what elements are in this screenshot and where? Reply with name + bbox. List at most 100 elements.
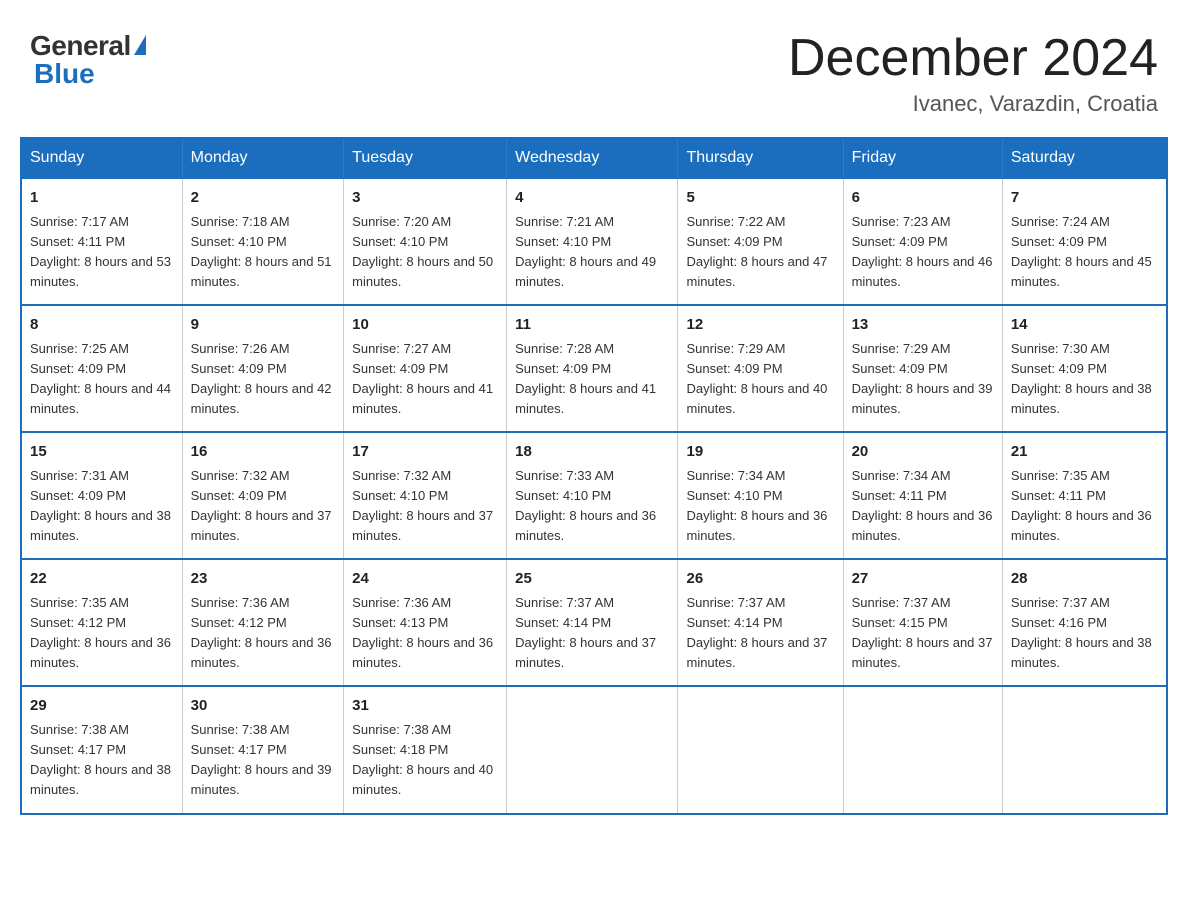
day-sun-info: Sunrise: 7:38 AMSunset: 4:17 PMDaylight:… (191, 720, 336, 801)
title-block: December 2024 Ivanec, Varazdin, Croatia (788, 30, 1158, 117)
day-sun-info: Sunrise: 7:28 AMSunset: 4:09 PMDaylight:… (515, 339, 669, 420)
day-sun-info: Sunrise: 7:37 AMSunset: 4:16 PMDaylight:… (1011, 593, 1158, 674)
column-header-monday: Monday (182, 138, 344, 178)
calendar-cell: 6Sunrise: 7:23 AMSunset: 4:09 PMDaylight… (843, 178, 1002, 305)
calendar-cell: 11Sunrise: 7:28 AMSunset: 4:09 PMDayligh… (507, 305, 678, 432)
calendar-cell: 1Sunrise: 7:17 AMSunset: 4:11 PMDaylight… (21, 178, 182, 305)
day-number: 13 (852, 314, 994, 337)
column-header-wednesday: Wednesday (507, 138, 678, 178)
day-sun-info: Sunrise: 7:36 AMSunset: 4:12 PMDaylight:… (191, 593, 336, 674)
day-sun-info: Sunrise: 7:35 AMSunset: 4:12 PMDaylight:… (30, 593, 174, 674)
calendar-cell: 26Sunrise: 7:37 AMSunset: 4:14 PMDayligh… (678, 559, 843, 686)
calendar-cell: 7Sunrise: 7:24 AMSunset: 4:09 PMDaylight… (1002, 178, 1167, 305)
day-number: 7 (1011, 187, 1158, 210)
day-sun-info: Sunrise: 7:21 AMSunset: 4:10 PMDaylight:… (515, 212, 669, 293)
calendar-cell: 23Sunrise: 7:36 AMSunset: 4:12 PMDayligh… (182, 559, 344, 686)
day-number: 8 (30, 314, 174, 337)
calendar-cell: 19Sunrise: 7:34 AMSunset: 4:10 PMDayligh… (678, 432, 843, 559)
day-sun-info: Sunrise: 7:24 AMSunset: 4:09 PMDaylight:… (1011, 212, 1158, 293)
day-number: 23 (191, 568, 336, 591)
day-sun-info: Sunrise: 7:17 AMSunset: 4:11 PMDaylight:… (30, 212, 174, 293)
day-sun-info: Sunrise: 7:34 AMSunset: 4:11 PMDaylight:… (852, 466, 994, 547)
day-sun-info: Sunrise: 7:27 AMSunset: 4:09 PMDaylight:… (352, 339, 498, 420)
day-number: 16 (191, 441, 336, 464)
day-number: 25 (515, 568, 669, 591)
day-number: 20 (852, 441, 994, 464)
day-number: 26 (686, 568, 834, 591)
calendar-cell: 13Sunrise: 7:29 AMSunset: 4:09 PMDayligh… (843, 305, 1002, 432)
day-sun-info: Sunrise: 7:36 AMSunset: 4:13 PMDaylight:… (352, 593, 498, 674)
day-sun-info: Sunrise: 7:26 AMSunset: 4:09 PMDaylight:… (191, 339, 336, 420)
column-header-saturday: Saturday (1002, 138, 1167, 178)
calendar-cell: 22Sunrise: 7:35 AMSunset: 4:12 PMDayligh… (21, 559, 182, 686)
day-sun-info: Sunrise: 7:37 AMSunset: 4:15 PMDaylight:… (852, 593, 994, 674)
calendar-cell: 12Sunrise: 7:29 AMSunset: 4:09 PMDayligh… (678, 305, 843, 432)
day-number: 17 (352, 441, 498, 464)
calendar-header-row: SundayMondayTuesdayWednesdayThursdayFrid… (21, 138, 1167, 178)
calendar-cell: 2Sunrise: 7:18 AMSunset: 4:10 PMDaylight… (182, 178, 344, 305)
calendar-cell: 29Sunrise: 7:38 AMSunset: 4:17 PMDayligh… (21, 686, 182, 813)
location-subtitle: Ivanec, Varazdin, Croatia (788, 91, 1158, 117)
day-number: 24 (352, 568, 498, 591)
calendar-week-row: 1Sunrise: 7:17 AMSunset: 4:11 PMDaylight… (21, 178, 1167, 305)
calendar-cell: 20Sunrise: 7:34 AMSunset: 4:11 PMDayligh… (843, 432, 1002, 559)
day-number: 18 (515, 441, 669, 464)
logo-triangle-icon (134, 35, 146, 55)
calendar-week-row: 29Sunrise: 7:38 AMSunset: 4:17 PMDayligh… (21, 686, 1167, 813)
day-sun-info: Sunrise: 7:25 AMSunset: 4:09 PMDaylight:… (30, 339, 174, 420)
calendar-cell: 3Sunrise: 7:20 AMSunset: 4:10 PMDaylight… (344, 178, 507, 305)
day-number: 12 (686, 314, 834, 337)
calendar-cell: 24Sunrise: 7:36 AMSunset: 4:13 PMDayligh… (344, 559, 507, 686)
day-number: 1 (30, 187, 174, 210)
calendar-cell (843, 686, 1002, 813)
calendar-cell: 25Sunrise: 7:37 AMSunset: 4:14 PMDayligh… (507, 559, 678, 686)
day-number: 4 (515, 187, 669, 210)
calendar-cell: 15Sunrise: 7:31 AMSunset: 4:09 PMDayligh… (21, 432, 182, 559)
day-number: 30 (191, 695, 336, 718)
day-sun-info: Sunrise: 7:23 AMSunset: 4:09 PMDaylight:… (852, 212, 994, 293)
day-number: 19 (686, 441, 834, 464)
calendar-cell: 27Sunrise: 7:37 AMSunset: 4:15 PMDayligh… (843, 559, 1002, 686)
day-sun-info: Sunrise: 7:31 AMSunset: 4:09 PMDaylight:… (30, 466, 174, 547)
calendar-cell: 10Sunrise: 7:27 AMSunset: 4:09 PMDayligh… (344, 305, 507, 432)
calendar-table: SundayMondayTuesdayWednesdayThursdayFrid… (20, 137, 1168, 814)
day-number: 5 (686, 187, 834, 210)
day-sun-info: Sunrise: 7:18 AMSunset: 4:10 PMDaylight:… (191, 212, 336, 293)
day-number: 10 (352, 314, 498, 337)
calendar-cell: 16Sunrise: 7:32 AMSunset: 4:09 PMDayligh… (182, 432, 344, 559)
day-sun-info: Sunrise: 7:37 AMSunset: 4:14 PMDaylight:… (515, 593, 669, 674)
day-sun-info: Sunrise: 7:33 AMSunset: 4:10 PMDaylight:… (515, 466, 669, 547)
day-sun-info: Sunrise: 7:32 AMSunset: 4:10 PMDaylight:… (352, 466, 498, 547)
day-number: 27 (852, 568, 994, 591)
day-number: 22 (30, 568, 174, 591)
day-number: 14 (1011, 314, 1158, 337)
column-header-friday: Friday (843, 138, 1002, 178)
day-number: 6 (852, 187, 994, 210)
day-sun-info: Sunrise: 7:29 AMSunset: 4:09 PMDaylight:… (852, 339, 994, 420)
day-sun-info: Sunrise: 7:37 AMSunset: 4:14 PMDaylight:… (686, 593, 834, 674)
calendar-cell: 31Sunrise: 7:38 AMSunset: 4:18 PMDayligh… (344, 686, 507, 813)
page-header: General Blue December 2024 Ivanec, Varaz… (20, 20, 1168, 117)
calendar-cell: 30Sunrise: 7:38 AMSunset: 4:17 PMDayligh… (182, 686, 344, 813)
day-number: 3 (352, 187, 498, 210)
day-sun-info: Sunrise: 7:34 AMSunset: 4:10 PMDaylight:… (686, 466, 834, 547)
day-sun-info: Sunrise: 7:32 AMSunset: 4:09 PMDaylight:… (191, 466, 336, 547)
day-sun-info: Sunrise: 7:35 AMSunset: 4:11 PMDaylight:… (1011, 466, 1158, 547)
day-number: 15 (30, 441, 174, 464)
logo: General Blue (30, 30, 146, 90)
day-sun-info: Sunrise: 7:29 AMSunset: 4:09 PMDaylight:… (686, 339, 834, 420)
day-number: 2 (191, 187, 336, 210)
column-header-tuesday: Tuesday (344, 138, 507, 178)
calendar-week-row: 8Sunrise: 7:25 AMSunset: 4:09 PMDaylight… (21, 305, 1167, 432)
day-number: 31 (352, 695, 498, 718)
calendar-cell: 28Sunrise: 7:37 AMSunset: 4:16 PMDayligh… (1002, 559, 1167, 686)
day-number: 21 (1011, 441, 1158, 464)
day-sun-info: Sunrise: 7:38 AMSunset: 4:17 PMDaylight:… (30, 720, 174, 801)
calendar-cell (678, 686, 843, 813)
calendar-week-row: 22Sunrise: 7:35 AMSunset: 4:12 PMDayligh… (21, 559, 1167, 686)
month-title: December 2024 (788, 30, 1158, 87)
day-sun-info: Sunrise: 7:20 AMSunset: 4:10 PMDaylight:… (352, 212, 498, 293)
day-sun-info: Sunrise: 7:22 AMSunset: 4:09 PMDaylight:… (686, 212, 834, 293)
calendar-cell: 17Sunrise: 7:32 AMSunset: 4:10 PMDayligh… (344, 432, 507, 559)
column-header-thursday: Thursday (678, 138, 843, 178)
